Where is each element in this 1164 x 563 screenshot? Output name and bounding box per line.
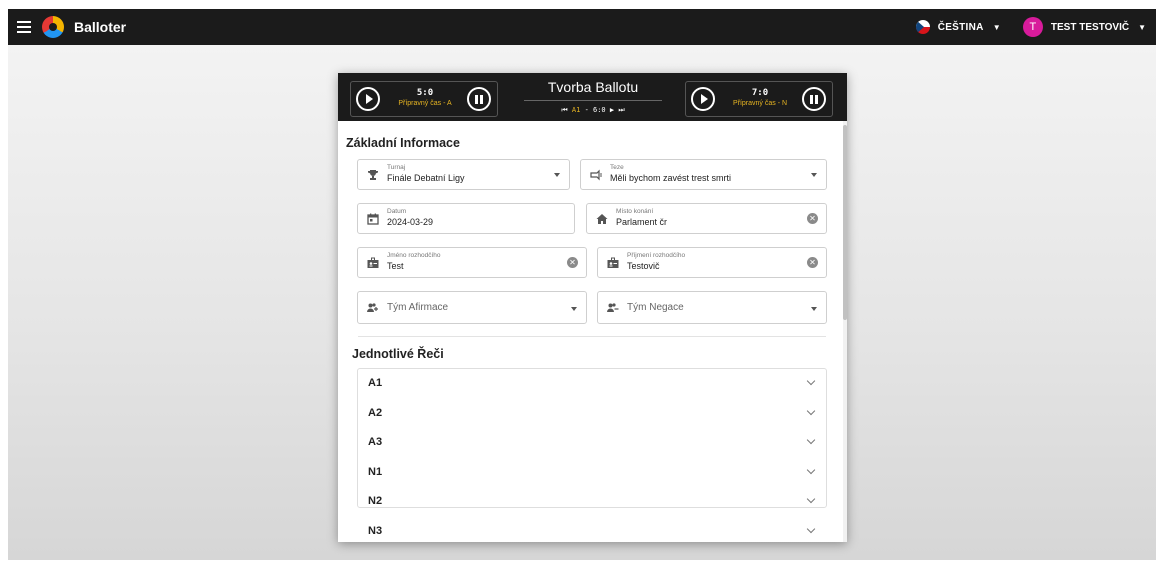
language-selector[interactable]: ČEŠTINA ▼ [915,20,1001,34]
venue-field[interactable]: Místo konání Parlament čr ✕ [586,203,827,234]
motion-select[interactable]: Teze Měli bychom zavést trest smrti [580,159,827,190]
judge-last-name-field[interactable]: Příjmení rozhodčího Testovič ✕ [597,247,827,278]
caret-down-icon: ▼ [992,22,1001,32]
title-block: Tvorba Ballotu ⏮ A1 - 6:0 ▶ ⏭ [522,73,664,115]
scroll-thumb[interactable] [843,125,847,320]
timer-negative: 7:0 Přípravný čas - N [685,81,833,117]
skip-previous-icon[interactable]: ⏮ [561,106,567,114]
form-content: Základní Informace Turnaj Finále Debatní… [338,121,843,542]
dropdown-arrow-icon[interactable] [554,173,560,177]
pause-icon [475,94,483,104]
page-title: Tvorba Ballotu [547,79,639,95]
section-title-basic: Základní Informace [346,136,460,150]
chevron-down-icon [806,406,816,415]
badge-icon [607,257,619,269]
skip-next-icon[interactable]: ⏭ [618,106,624,114]
user-menu[interactable]: T TEST TESTOVIČ ▼ [1022,17,1146,37]
timer-score: 7:0 [751,88,769,98]
judge-first-name-field[interactable]: Jméno rozhodčího Test ✕ [357,247,587,278]
scrollbar[interactable] [843,121,847,542]
speech-label: N2 [368,495,383,507]
language-label: ČEŠTINA [937,21,984,33]
timer-affirmative: 5:0 Přípravný čas - A [350,81,498,117]
dropdown-arrow-icon[interactable] [811,173,817,177]
field-value: 2024-03-29 [387,217,434,227]
tournament-select[interactable]: Turnaj Finále Debatní Ligy [357,159,570,190]
play-button[interactable] [691,87,715,111]
home-icon [596,213,608,225]
divider [524,100,662,101]
speech-item-n3[interactable]: N3 [358,517,826,543]
menu-icon[interactable] [17,21,31,33]
timer-bar: 5:0 Přípravný čas - A Tvorba Ballotu ⏮ A… [338,73,847,121]
speech-label: A1 [368,377,383,389]
timer-label: Přípravný čas - N [732,100,788,107]
field-label: Datum [387,208,407,215]
app-title: Balloter [74,19,127,35]
app-bar: Balloter ČEŠTINA ▼ T TEST TESTOVIČ ▼ [8,9,1156,45]
field-placeholder: Tým Afirmace [387,302,449,313]
motion-icon [590,169,602,181]
field-value: Testovič [627,261,660,271]
user-name: TEST TESTOVIČ [1050,21,1130,33]
field-label: Místo konání [616,208,654,215]
caret-down-icon: ▼ [1138,22,1146,32]
field-value: Měli bychom zavést trest smrti [610,173,732,183]
field-label: Příjmení rozhodčího [627,252,686,259]
pause-button[interactable] [467,87,491,111]
speech-item-a3[interactable]: A3 [358,428,826,458]
dropdown-arrow-icon[interactable] [571,307,577,311]
avatar: T [1022,17,1043,37]
team-affirmative-select[interactable]: Tým Afirmace [357,291,587,324]
balloter-logo [42,16,64,38]
chevron-down-icon [806,376,816,386]
speech-label: A3 [368,436,383,448]
speech-list: A1 A2 A3 N1 N2 N3 [357,368,827,537]
speech-item-n1[interactable]: N1 [358,458,826,488]
calendar-icon [367,213,379,225]
play-icon[interactable]: ▶ [610,106,614,114]
field-value: Parlament čr [616,217,668,227]
divider [358,336,826,337]
field-placeholder: Tým Negace [627,302,684,313]
group-add-icon [367,302,379,314]
play-icon [700,94,708,104]
chevron-down-icon [806,524,816,533]
chevron-down-icon [806,494,816,504]
field-label: Jméno rozhodčího [387,252,441,259]
chevron-down-icon [806,435,816,445]
timer-score: 5:0 [416,88,434,98]
chevron-down-icon [806,465,816,474]
speech-item-a1[interactable]: A1 [358,369,826,399]
dropdown-arrow-icon[interactable] [811,307,817,311]
trophy-icon [367,169,379,181]
field-value: Finále Debatní Ligy [387,173,465,183]
badge-icon [367,257,379,269]
current-speech: A1 [571,106,581,114]
group-remove-icon [607,302,619,314]
speech-label: A2 [368,406,383,419]
pause-button[interactable] [802,87,826,111]
clear-icon[interactable]: ✕ [807,213,818,224]
speech-label: N3 [368,524,383,537]
speech-item-a2[interactable]: A2 [358,399,826,429]
speech-item-n2[interactable]: N2 [358,487,826,517]
team-negative-select[interactable]: Tým Negace [597,291,827,324]
speech-time: 6:0 [593,106,606,114]
ballot-panel: 5:0 Přípravný čas - A Tvorba Ballotu ⏮ A… [338,73,847,542]
clear-icon[interactable]: ✕ [567,257,578,268]
section-title-speeches: Jednotlivé Řeči [352,347,444,361]
field-label: Teze [610,164,624,171]
clear-icon[interactable]: ✕ [807,257,818,268]
play-icon [365,94,373,104]
pause-icon [810,94,818,104]
play-button[interactable] [356,87,380,111]
speech-navigator: ⏮ A1 - 6:0 ▶ ⏭ [561,106,625,114]
czech-flag-icon [915,20,930,34]
speech-label: N1 [368,465,383,478]
field-value: Test [387,261,404,271]
field-label: Turnaj [387,164,406,171]
date-field[interactable]: Datum 2024-03-29 [357,203,575,234]
timer-label: Přípravný čas - A [398,100,452,107]
